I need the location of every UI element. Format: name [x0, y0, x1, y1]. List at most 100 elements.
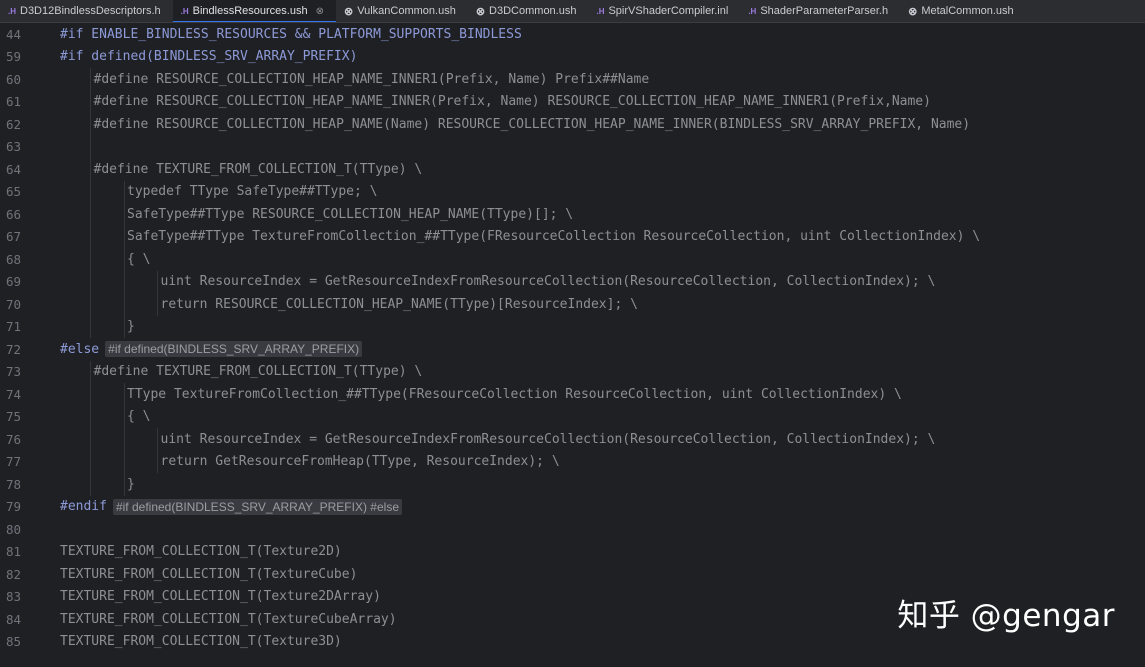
code-line: 81 TEXTURE_FROM_COLLECTION_T(Texture2D) — [0, 541, 1145, 564]
code-content: #define TEXTURE_FROM_COLLECTION_T(TType)… — [93, 161, 423, 177]
watermark: 知乎 @gengar — [897, 598, 1115, 634]
code-line: 77 return GetResourceFromHeap(TType, Reso… — [0, 451, 1145, 474]
line-number: 44 — [6, 26, 22, 42]
tab-label: VulkanCommon.ush — [357, 5, 456, 17]
code-line: 44 #if ENABLE_BINDLESS_RESOURCES && PLATF… — [0, 23, 1145, 46]
code-content: { \ — [127, 251, 151, 267]
code-text: #define RESOURCE_COLLECTION_HEAP_NAME_IN… — [94, 68, 650, 91]
code-text: #define RESOURCE_COLLECTION_HEAP_NAME_IN… — [94, 91, 931, 114]
code-content: typedef TType SafeType##TType; \ — [127, 184, 378, 200]
code-content: TEXTURE_FROM_COLLECTION_T(Texture3D) — [60, 634, 342, 650]
tab-metalcommon-ush[interactable]: ⊗ MetalCommon.ush — [900, 0, 1026, 22]
code-line: 74 TType TextureFromCollection_##TType(FR… — [0, 383, 1145, 406]
tab-spirvshadercompiler-inl[interactable]: .H SpirVShaderCompiler.inl — [588, 0, 740, 22]
tab-label: D3DCommon.ush — [489, 5, 577, 17]
line-number: 71 — [6, 319, 22, 335]
code-text: TEXTURE_FROM_COLLECTION_T(Texture3D) — [60, 631, 342, 654]
code-content: } — [127, 319, 135, 335]
line-number: 75 — [6, 409, 22, 425]
line-number: 70 — [6, 296, 22, 312]
code-line: 63 — [0, 136, 1145, 159]
code-content: #endif — [60, 499, 107, 515]
line-number: 85 — [6, 634, 22, 650]
line-number: 73 — [6, 364, 22, 380]
code-text: { \ — [127, 248, 150, 271]
code-text: #define TEXTURE_FROM_COLLECTION_T(TType)… — [94, 158, 423, 181]
line-number: 67 — [6, 229, 22, 245]
line-number: 59 — [6, 49, 22, 65]
code-content: uint ResourceIndex = GetResourceIndexFro… — [160, 431, 936, 447]
tab-label: SpirVShaderCompiler.inl — [608, 5, 729, 17]
inlay-hint: #if defined(BINDLESS_SRV_ARRAY_PREFIX) #… — [112, 498, 402, 515]
code-content: #define RESOURCE_COLLECTION_HEAP_NAME_IN… — [93, 94, 931, 110]
code-content: SafeType##TType RESOURCE_COLLECTION_HEAP… — [127, 206, 574, 222]
code-text: #endif #if defined(BINDLESS_SRV_ARRAY_PRE… — [60, 496, 402, 519]
code-line: 82 TEXTURE_FROM_COLLECTION_T(TextureCube) — [0, 563, 1145, 586]
line-number: 77 — [6, 454, 22, 470]
code-line: 70 return RESOURCE_COLLECTION_HEAP_NAME(T… — [0, 293, 1145, 316]
line-number: 76 — [6, 431, 22, 447]
code-text: uint ResourceIndex = GetResourceIndexFro… — [161, 428, 936, 451]
code-text: SafeType##TType RESOURCE_COLLECTION_HEAP… — [127, 203, 573, 226]
code-content: TEXTURE_FROM_COLLECTION_T(Texture2DArray… — [60, 589, 381, 605]
code-line: 60 #define RESOURCE_COLLECTION_HEAP_NAME_… — [0, 68, 1145, 91]
editor-tab-bar: .H D3D12BindlessDescriptors.h .H BindlessRe… — [0, 0, 1145, 23]
code-line: 59 #if defined(BINDLESS_SRV_ARRAY_PREFIX) — [0, 46, 1145, 69]
code-line: 78} — [0, 473, 1145, 496]
inlay-hint: #if defined(BINDLESS_SRV_ARRAY_PREFIX) — [105, 341, 363, 358]
code-line: 72 #else #if defined(BINDLESS_SRV_ARRAY_PR… — [0, 338, 1145, 361]
code-line: 68 { \ — [0, 248, 1145, 271]
line-number: 74 — [6, 386, 22, 402]
line-number: 79 — [6, 499, 22, 515]
line-number: 69 — [6, 274, 22, 290]
line-number: 82 — [6, 566, 22, 582]
code-content: TType TextureFromCollection_##TType(FRes… — [127, 386, 902, 402]
code-content: #define RESOURCE_COLLECTION_HEAP_NAME(Na… — [93, 116, 971, 132]
code-content: TEXTURE_FROM_COLLECTION_T(TextureCube) — [60, 566, 358, 582]
code-line: 73 #define TEXTURE_FROM_COLLECTION_T(TTyp… — [0, 361, 1145, 384]
code-text: #else #if defined(BINDLESS_SRV_ARRAY_PREF… — [60, 338, 363, 361]
line-number: 78 — [6, 476, 22, 492]
indent-guide — [90, 68, 91, 338]
header-file-icon: .H — [748, 6, 757, 16]
tab-label: D3D12BindlessDescriptors.h — [20, 5, 161, 17]
line-number: 68 — [6, 251, 22, 267]
tab-d3d12bindlessdescriptors-h[interactable]: .H D3D12BindlessDescriptors.h — [0, 0, 173, 22]
code-text: #if defined(BINDLESS_SRV_ARRAY_PREFIX) — [60, 46, 357, 69]
line-number: 62 — [6, 116, 22, 132]
code-line: 71} — [0, 316, 1145, 339]
indent-guide — [157, 428, 158, 473]
code-line: 64 #define TEXTURE_FROM_COLLECTION_T(TTyp… — [0, 158, 1145, 181]
tab-label: ShaderParameterParser.h — [760, 5, 889, 17]
code-line: 76 uint ResourceIndex = GetResourceIndexF… — [0, 428, 1145, 451]
line-number: 80 — [6, 521, 22, 537]
code-line: 62 #define RESOURCE_COLLECTION_HEAP_NAME(… — [0, 113, 1145, 136]
shader-file-icon: ⊗ — [343, 5, 354, 18]
code-content: TEXTURE_FROM_COLLECTION_T(TextureCubeArr… — [60, 611, 397, 627]
line-number: 83 — [6, 589, 22, 605]
shader-file-icon: ⊗ — [908, 5, 918, 18]
tab-bindlessresources-ush[interactable]: .H BindlessResources.ush ⊗ — [172, 0, 337, 22]
line-number: 63 — [6, 139, 22, 155]
code-text: TType TextureFromCollection_##TType(FRes… — [127, 383, 902, 406]
code-text: SafeType##TType TextureFromCollection_##… — [127, 226, 980, 249]
code-line: 79 #endif #if defined(BINDLESS_SRV_ARRAY_P… — [0, 496, 1145, 519]
code-line: 65 typedef TType SafeType##TType; \ — [0, 181, 1145, 204]
line-number: 84 — [6, 611, 22, 627]
code-line: 69 uint ResourceIndex = GetResourceIndexF… — [0, 271, 1145, 294]
tab-d3dcommon-ush[interactable]: ⊗ D3DCommon.ush — [468, 0, 589, 22]
tab-shaderparameterparser-h[interactable]: .H ShaderParameterParser.h — [740, 0, 900, 22]
line-number: 66 — [6, 206, 22, 222]
code-text: #define TEXTURE_FROM_COLLECTION_T(TType)… — [94, 361, 423, 384]
close-icon[interactable]: ⊗ — [316, 6, 324, 17]
code-text: TEXTURE_FROM_COLLECTION_T(TextureCube) — [60, 563, 357, 586]
code-text: return RESOURCE_COLLECTION_HEAP_NAME(TTy… — [161, 293, 638, 316]
tab-vulkancommon-ush[interactable]: ⊗ VulkanCommon.ush — [336, 0, 468, 22]
tab-label: BindlessResources.ush — [192, 5, 308, 17]
code-content: SafeType##TType TextureFromCollection_##… — [127, 229, 981, 245]
code-text: TEXTURE_FROM_COLLECTION_T(TextureCubeArr… — [60, 608, 397, 631]
code-line: 80 — [0, 518, 1145, 541]
code-editor[interactable]: 44 #if ENABLE_BINDLESS_RESOURCES && PLATF… — [0, 23, 1145, 667]
tab-label: MetalCommon.ush — [921, 5, 1014, 17]
header-file-icon: .H — [180, 6, 189, 16]
